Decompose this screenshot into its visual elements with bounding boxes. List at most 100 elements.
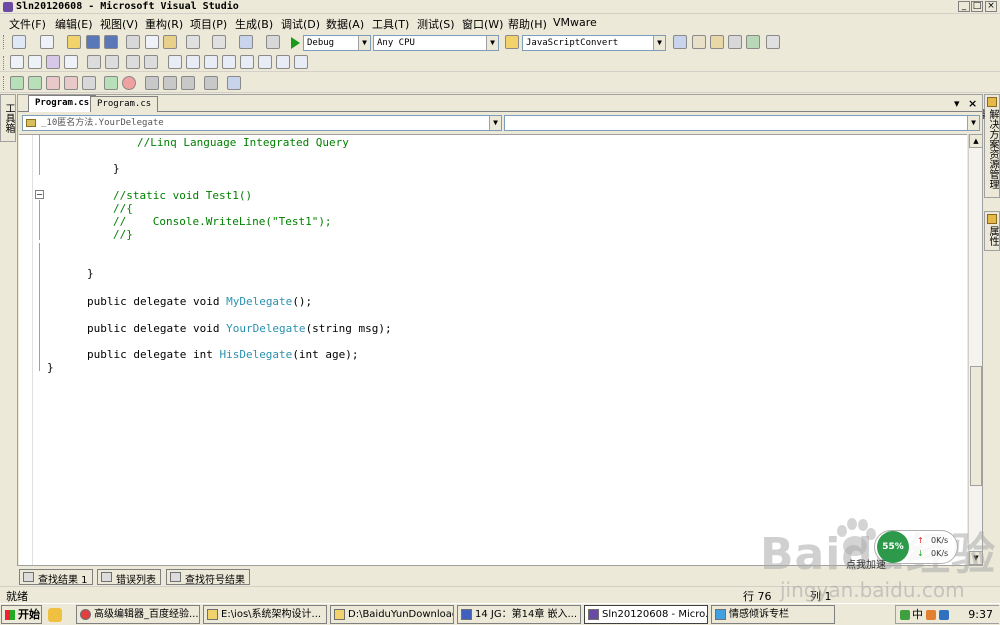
step-into-icon[interactable] <box>145 76 159 90</box>
bookmark-next-icon[interactable] <box>204 55 218 69</box>
breakpoint-icon[interactable] <box>122 76 136 90</box>
bookmark-previous-icon[interactable] <box>186 55 200 69</box>
quick-info-icon[interactable] <box>46 55 60 69</box>
indicator-margin[interactable] <box>19 135 33 565</box>
chevron-down-icon[interactable]: ▼ <box>486 36 498 50</box>
copy-icon[interactable] <box>145 35 159 49</box>
bookmark-file-next-icon[interactable] <box>276 55 290 69</box>
menu-project[interactable]: 项目(P) <box>190 16 227 32</box>
menu-edit[interactable]: 编辑(E) <box>55 16 93 32</box>
menu-tools[interactable]: 工具(T) <box>372 16 409 32</box>
tray-app-icon[interactable] <box>939 610 949 620</box>
tab-program-cs[interactable]: Program.cs <box>90 96 159 112</box>
start-debugging-icon[interactable] <box>291 37 300 49</box>
properties-tab[interactable]: 属性 <box>984 211 1000 251</box>
chevron-down-icon[interactable]: ▼ <box>967 116 979 130</box>
parameter-info-icon[interactable] <box>28 55 42 69</box>
tab-find-results[interactable]: 查找结果 1 <box>19 569 93 586</box>
save-all-icon[interactable] <box>104 35 118 49</box>
solution-explorer-icon[interactable] <box>673 35 687 49</box>
close-button[interactable]: × <box>985 1 997 12</box>
bookmark-folder-previous-icon[interactable] <box>222 55 236 69</box>
scroll-up-icon[interactable]: ▲ <box>969 134 983 148</box>
tray-app-icon[interactable] <box>926 610 936 620</box>
run-to-cursor-icon[interactable] <box>104 76 118 90</box>
taskbar-item-active[interactable]: Sln20120608 - Micro... <box>584 605 708 624</box>
maximize-button[interactable]: □ <box>971 1 983 12</box>
toolbar-grip[interactable] <box>3 35 6 49</box>
debug-start-icon[interactable] <box>10 76 24 90</box>
toolbox-tab[interactable]: 工具箱 <box>0 94 16 142</box>
accelerate-label[interactable]: 点我加速 <box>846 556 886 571</box>
paste-icon[interactable] <box>163 35 177 49</box>
save-icon[interactable] <box>86 35 100 49</box>
chevron-down-icon[interactable]: ▼ <box>489 116 501 130</box>
bookmark-toggle-icon[interactable] <box>168 55 182 69</box>
navigate-backward-icon[interactable] <box>239 35 253 49</box>
debug-restart-icon[interactable] <box>64 76 78 90</box>
find-in-files-icon[interactable] <box>505 35 519 49</box>
solution-explorer-tab[interactable]: 解决方案资源管理器 <box>973 94 1000 198</box>
decrease-indent-icon[interactable] <box>87 55 101 69</box>
uncomment-lines-icon[interactable] <box>144 55 158 69</box>
code-editor[interactable]: − //Linq Language Integrated Query } //s… <box>19 134 967 565</box>
vertical-scrollbar[interactable]: ▲ ▼ <box>968 134 983 565</box>
start-page-icon[interactable] <box>746 35 760 49</box>
properties-window-icon[interactable] <box>692 35 706 49</box>
configuration-select[interactable]: Debug ▼ <box>303 35 371 51</box>
member-dropdown[interactable]: ▼ <box>504 115 980 131</box>
menu-help[interactable]: 帮助(H) <box>508 16 547 32</box>
taskbar-item[interactable]: D:\BaiduYunDownload... <box>330 605 454 624</box>
toolbar-grip[interactable] <box>3 76 6 90</box>
navigate-forward-icon[interactable] <box>266 35 280 49</box>
bookmark-file-previous-icon[interactable] <box>258 55 272 69</box>
add-item-icon[interactable] <box>40 35 54 49</box>
menu-data[interactable]: 数据(A) <box>326 16 364 32</box>
menu-file[interactable]: 文件(F) <box>9 16 46 32</box>
menu-refactor[interactable]: 重构(R) <box>145 16 183 32</box>
menu-debug[interactable]: 调试(D) <box>281 16 320 32</box>
clear-bookmarks-icon[interactable] <box>294 55 308 69</box>
find-combo[interactable]: JavaScriptConvert ▼ <box>522 35 666 51</box>
tray-app-icon[interactable] <box>900 610 910 620</box>
menu-test[interactable]: 测试(S) <box>417 16 455 32</box>
tab-find-symbol-results[interactable]: 查找符号结果 <box>166 569 250 586</box>
toolbox-icon[interactable] <box>728 35 742 49</box>
debug-stop-icon[interactable] <box>46 76 60 90</box>
taskbar-item[interactable]: 情感倾诉专栏 <box>711 605 835 624</box>
debug-windows-icon[interactable] <box>227 76 241 90</box>
open-file-icon[interactable] <box>67 35 81 49</box>
taskbar-item[interactable]: 高级编辑器_百度经验... <box>76 605 200 624</box>
scrollbar-thumb[interactable] <box>970 366 982 486</box>
complete-word-icon[interactable] <box>64 55 78 69</box>
menu-view[interactable]: 视图(V) <box>100 16 138 32</box>
clock[interactable]: 9:37 <box>968 606 993 623</box>
start-button[interactable]: 开始 <box>1 605 42 624</box>
redo-icon[interactable] <box>212 35 226 49</box>
chevron-down-icon[interactable]: ▼ <box>653 36 665 50</box>
increase-indent-icon[interactable] <box>105 55 119 69</box>
close-document-button[interactable]: × <box>968 97 977 110</box>
new-project-icon[interactable] <box>12 35 26 49</box>
quick-launch-icon[interactable] <box>48 608 62 622</box>
undo-icon[interactable] <box>186 35 200 49</box>
document-list-dropdown[interactable]: ▾ <box>954 97 960 110</box>
bookmark-folder-next-icon[interactable] <box>240 55 254 69</box>
menu-build[interactable]: 生成(B) <box>235 16 273 32</box>
chevron-down-icon[interactable]: ▼ <box>358 36 370 50</box>
object-browser-icon[interactable] <box>710 35 724 49</box>
step-over-icon[interactable] <box>163 76 177 90</box>
debug-continue-icon[interactable] <box>28 76 42 90</box>
menu-window[interactable]: 窗口(W) <box>462 16 503 32</box>
tab-program-cs-active[interactable]: Program.cs <box>28 95 97 112</box>
type-dropdown[interactable]: _10匿名方法.YourDelegate ▼ <box>22 115 502 131</box>
taskbar-item[interactable]: 14 JG：第14章 嵌入... <box>457 605 581 624</box>
debug-pause-icon[interactable] <box>82 76 96 90</box>
object-members-icon[interactable] <box>10 55 24 69</box>
menu-vmware[interactable]: VMware <box>553 16 597 29</box>
input-method-indicator[interactable]: 中 <box>912 606 923 623</box>
network-speed-widget[interactable]: 55% ↑ 0K/s ↓ 0K/s <box>874 530 958 564</box>
toolbar-grip[interactable] <box>3 56 6 70</box>
minimize-button[interactable]: _ <box>958 1 970 12</box>
toolbar-options-icon[interactable] <box>766 35 780 49</box>
